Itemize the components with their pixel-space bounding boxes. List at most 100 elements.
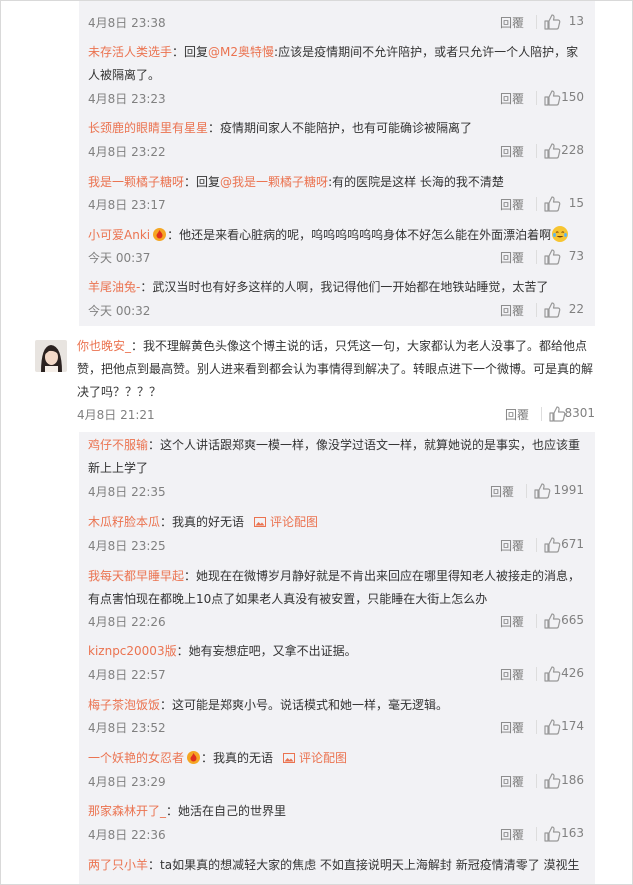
reply-username[interactable]: 梅子茶泡饭饭 xyxy=(88,698,160,712)
like-count: 13 xyxy=(568,14,584,28)
like-count: 73 xyxy=(568,249,584,263)
reply-username[interactable]: 木瓜籽脸本瓜 xyxy=(88,515,160,529)
like-button[interactable]: 163 xyxy=(536,824,584,844)
like-button[interactable]: 426 xyxy=(536,664,584,684)
thumbs-up-icon xyxy=(544,143,561,159)
reply-content: :有的医院是这样 长海的我不清楚 xyxy=(328,175,504,189)
fire-badge-icon xyxy=(187,751,201,764)
comment-time: 4月8日 21:21 xyxy=(77,408,155,422)
like-count: 163 xyxy=(561,826,584,840)
avatar-image xyxy=(35,340,67,372)
reply-text: 鸡仔不服输：这个人讲话跟郑爽一模一样，像没学过语文一样，就算她说的是事实，也应该… xyxy=(88,438,581,475)
like-count: 665 xyxy=(561,613,584,627)
comment-meta: 4月8日 23:38 回覆 13 xyxy=(88,12,584,32)
comment-username[interactable]: 你也晚安_ xyxy=(77,339,131,353)
reply-button[interactable]: 回覆 xyxy=(500,537,524,554)
like-button[interactable]: 8301 xyxy=(541,404,595,424)
like-button[interactable]: 150 xyxy=(536,88,584,108)
like-button[interactable]: 186 xyxy=(536,771,584,791)
divider xyxy=(541,407,542,421)
divider xyxy=(536,197,537,211)
like-count: 186 xyxy=(561,773,584,787)
reply-button[interactable]: 回覆 xyxy=(500,826,524,843)
reply-button[interactable]: 回覆 xyxy=(500,90,524,107)
reply-meta: 4月8日 23:25 回覆 671 xyxy=(88,535,584,555)
thumbs-up-icon xyxy=(544,14,561,30)
reply-time: 4月8日 22:26 xyxy=(88,615,166,629)
reply-button[interactable]: 回覆 xyxy=(490,483,514,500)
like-count: 426 xyxy=(561,666,584,680)
like-button[interactable]: 22 xyxy=(536,300,584,320)
like-button[interactable]: 228 xyxy=(536,141,584,161)
reply-username[interactable]: 羊尾油兔- xyxy=(88,280,140,294)
reply-meta: 今天 00:32 回覆 22 xyxy=(88,300,584,320)
comment-picture-label: 评论配图 xyxy=(270,515,319,529)
reply-button[interactable]: 回覆 xyxy=(500,196,524,213)
reply-button[interactable]: 回覆 xyxy=(500,666,524,683)
reply-meta: 今天 00:37 回覆 73 xyxy=(88,247,584,267)
reply-username[interactable]: kiznpc20003版 xyxy=(88,644,177,658)
like-button[interactable]: 73 xyxy=(536,247,584,267)
crying-laughing-emoji-icon xyxy=(552,226,569,242)
reply-text: 一个妖艳的女忍者 ：我真的无语 评论配图 xyxy=(88,751,348,765)
reply-username[interactable]: 两了只小羊 xyxy=(88,858,148,872)
reply-button[interactable]: 回覆 xyxy=(500,302,524,319)
like-button[interactable]: 665 xyxy=(536,611,584,631)
reply-button[interactable]: 回覆 xyxy=(500,773,524,790)
reply-content: 我真的好无语 xyxy=(172,515,245,529)
reply-content: 这个人讲话跟郑爽一模一样，像没学过语文一样，就算她说的是事实，也应该重新上上学了 xyxy=(88,438,581,475)
like-count: 228 xyxy=(561,143,584,157)
reply-text: 木瓜籽脸本瓜：我真的好无语 评论配图 xyxy=(88,515,319,529)
reply-username[interactable]: 那家森林开了_ xyxy=(88,804,166,818)
like-button[interactable]: 15 xyxy=(536,194,584,214)
thumbs-up-icon xyxy=(544,537,561,553)
reply-time: 今天 00:37 xyxy=(88,251,151,265)
thumbs-up-icon xyxy=(544,773,561,789)
thumbs-up-icon xyxy=(544,302,561,318)
thumbs-up-icon xyxy=(544,249,561,265)
reply-button[interactable]: 回覆 xyxy=(500,249,524,266)
reply-text: 梅子茶泡饭饭：这可能是郑爽小号。说话模式和她一样，毫无逻辑。 xyxy=(88,698,449,712)
like-button[interactable]: 1991 xyxy=(526,481,584,501)
reply-content: 他还是来看心脏病的呢，呜呜呜呜呜呜身体不好怎么能在外面漂泊着啊 xyxy=(179,228,552,242)
comment-content: 我不理解黄色头像这个博主说的话，只凭这一句，大家都认为老人没事了。都给他点赞，把… xyxy=(77,339,594,399)
comment-picture-link[interactable]: 评论配图 xyxy=(254,515,318,529)
reply-button[interactable]: 回覆 xyxy=(500,719,524,736)
reply-time: 4月8日 23:22 xyxy=(88,145,166,159)
reply-username[interactable]: 我每天都早睡早起 xyxy=(88,569,184,583)
like-button[interactable]: 671 xyxy=(536,535,584,555)
reply-username[interactable]: 未存活人类选手 xyxy=(88,45,172,59)
reply-text: 羊尾油兔-：武汉当时也有好多这样的人啊，我记得他们一开始都在地铁站睡觉，太苦了 xyxy=(88,280,549,294)
reply-button[interactable]: 回覆 xyxy=(500,14,524,31)
reply-button[interactable]: 回覆 xyxy=(500,613,524,630)
mention-link[interactable]: @M2奥特慢 xyxy=(208,45,274,59)
comment-picture-link[interactable]: 评论配图 xyxy=(283,751,347,765)
like-button[interactable]: 13 xyxy=(536,12,584,32)
comment-text: 你也晚安_：我不理解黄色头像这个博主说的话，只凭这一句，大家都认为老人没事了。都… xyxy=(77,339,594,399)
reply-meta: 4月8日 23:17 回覆 15 xyxy=(88,194,584,214)
reply-username[interactable]: 我是一颗橘子糖呀 xyxy=(88,175,184,189)
like-count: 174 xyxy=(561,719,584,733)
divider xyxy=(536,720,537,734)
reply-time: 今天 00:32 xyxy=(88,304,151,318)
reply-username[interactable]: 一个妖艳的女忍者 xyxy=(88,751,184,765)
divider xyxy=(536,538,537,552)
thumbs-up-icon xyxy=(544,719,561,735)
divider xyxy=(536,250,537,264)
reply-username[interactable]: 小可爱Anki xyxy=(88,228,150,242)
comment-time: 4月8日 23:38 xyxy=(88,16,166,30)
reply-content: 疫情期间家人不能陪护，也有可能确诊被隔离了 xyxy=(220,121,473,135)
reply-username[interactable]: 鸡仔不服输 xyxy=(88,438,148,452)
reply-content: 她活在自己的世界里 xyxy=(178,804,287,818)
reply-button[interactable]: 回覆 xyxy=(500,143,524,160)
reply-username[interactable]: 长颈鹿的眼睛里有星星 xyxy=(88,121,208,135)
reply-button[interactable]: 回覆 xyxy=(505,406,529,423)
avatar[interactable] xyxy=(35,340,67,372)
divider xyxy=(536,827,537,841)
divider xyxy=(536,144,537,158)
like-button[interactable]: 174 xyxy=(536,717,584,737)
reply-meta: 4月8日 22:35 回覆 1991 xyxy=(88,481,584,501)
thumbs-up-icon xyxy=(549,406,566,422)
reply-text: 长颈鹿的眼睛里有星星：疫情期间家人不能陪护，也有可能确诊被隔离了 xyxy=(88,121,473,135)
mention-link[interactable]: @我是一颗橘子糖呀 xyxy=(220,175,328,189)
